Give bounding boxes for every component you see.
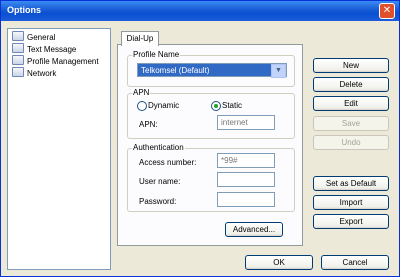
password-label: Password: [139, 197, 177, 206]
access-number-label: Access number: [139, 158, 197, 167]
profile-name-label: Profile Name [132, 50, 181, 59]
user-name-input[interactable] [217, 172, 275, 187]
undo-button[interactable]: Undo [313, 135, 389, 150]
import-button[interactable]: Import [313, 195, 389, 210]
advanced-button[interactable]: Advanced... [225, 222, 283, 237]
edit-button[interactable]: Edit [313, 96, 389, 111]
save-button[interactable]: Save [313, 116, 389, 131]
folder-icon [12, 43, 24, 53]
ok-button[interactable]: OK [245, 255, 313, 270]
apn-group-label: APN [132, 88, 151, 97]
export-button[interactable]: Export [313, 214, 389, 229]
window-title: Options [7, 5, 41, 15]
options-category-tree: General Text Message Profile Management … [7, 28, 111, 270]
folder-icon [12, 55, 24, 65]
static-radio[interactable] [211, 101, 221, 111]
cancel-button[interactable]: Cancel [321, 255, 389, 270]
static-label: Static [222, 101, 243, 110]
profile-selected-value: Telkomsel (Default) [141, 66, 210, 75]
tree-item-label: Network [27, 69, 57, 78]
dynamic-radio[interactable] [137, 101, 147, 111]
tree-item-profile-management[interactable]: Profile Management [12, 55, 99, 67]
access-number-input[interactable]: *99# [217, 153, 275, 168]
folder-icon [12, 31, 24, 41]
tree-item-label: Profile Management [27, 57, 99, 66]
user-name-label: User name: [139, 177, 181, 186]
tree-item-general[interactable]: General [12, 31, 55, 43]
authentication-label: Authentication [132, 143, 185, 152]
tab-dial-up[interactable]: Dial-Up [121, 31, 159, 46]
tree-item-label: General [27, 33, 56, 42]
tree-item-network[interactable]: Network [12, 67, 56, 79]
apn-label: APN: [139, 120, 158, 129]
title-bar[interactable]: Options ✕ [1, 1, 399, 21]
chevron-down-icon[interactable]: ▼ [271, 64, 286, 78]
delete-button[interactable]: Delete [313, 77, 389, 92]
close-button[interactable]: ✕ [379, 3, 395, 19]
tree-item-text-message[interactable]: Text Message [12, 43, 76, 55]
dynamic-label: Dynamic [148, 101, 180, 110]
apn-input[interactable]: internet [217, 115, 275, 130]
password-input[interactable] [217, 192, 275, 207]
folder-icon [12, 67, 24, 77]
set-as-default-button[interactable]: Set as Default [313, 176, 389, 191]
options-dialog: Options ✕ General Text Message Profile M… [0, 0, 400, 277]
new-button[interactable]: New [313, 58, 389, 73]
profile-select[interactable]: Telkomsel (Default) ▼ [137, 63, 287, 78]
tree-item-label: Text Message [27, 45, 77, 54]
